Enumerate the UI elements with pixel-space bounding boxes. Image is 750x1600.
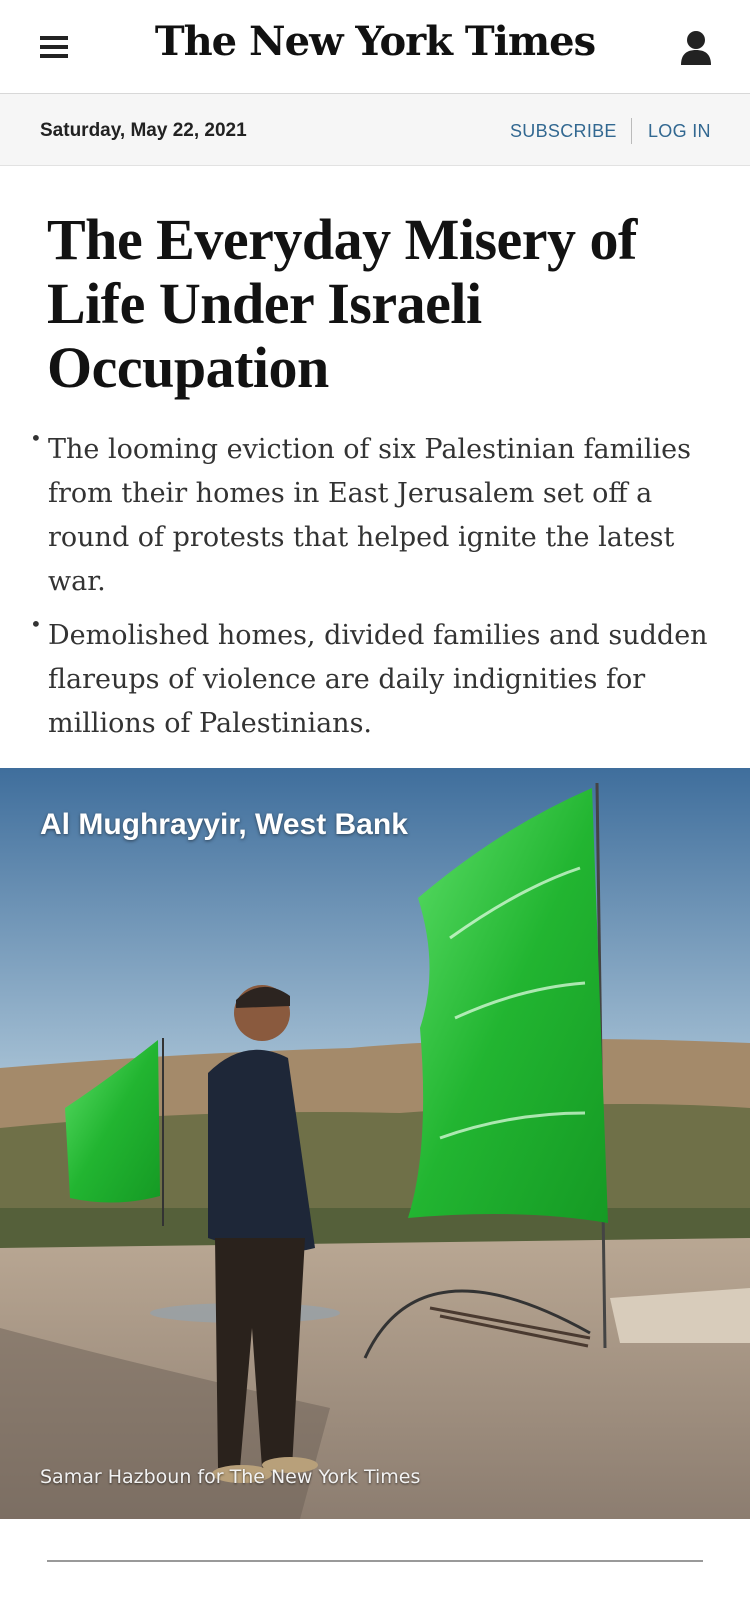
summary-item: • The looming eviction of six Palestinia… xyxy=(30,428,720,604)
masthead: The New York Times xyxy=(0,0,750,94)
bullet-icon: • xyxy=(30,612,42,636)
hamburger-menu-icon[interactable] xyxy=(40,36,68,58)
bullet-icon: • xyxy=(30,426,42,450)
photo-credit: Samar Hazboun for The New York Times xyxy=(40,1466,421,1488)
lead-photo[interactable]: Al Mughrayyir, West Bank Samar Hazboun f… xyxy=(0,768,750,1519)
nyt-logo[interactable]: The New York Times xyxy=(150,18,600,65)
link-divider xyxy=(631,118,632,144)
article-headline: The Everyday Misery of Life Under Israel… xyxy=(47,207,637,400)
current-date: Saturday, May 22, 2021 xyxy=(40,120,247,141)
summary-text: The looming eviction of six Palestinian … xyxy=(48,434,691,597)
subscribe-link[interactable]: SUBSCRIBE xyxy=(510,121,617,142)
date-bar: Saturday, May 22, 2021 SUBSCRIBE LOG IN xyxy=(0,94,750,166)
summary-text: Demolished homes, divided families and s… xyxy=(48,620,708,739)
user-account-icon[interactable] xyxy=(680,30,712,66)
summary-list: • The looming eviction of six Palestinia… xyxy=(30,428,720,756)
summary-item: • Demolished homes, divided families and… xyxy=(30,614,720,746)
photo-scene xyxy=(0,768,750,1519)
section-divider xyxy=(47,1560,703,1562)
photo-location: Al Mughrayyir, West Bank xyxy=(40,808,408,841)
login-link[interactable]: LOG IN xyxy=(648,121,711,142)
